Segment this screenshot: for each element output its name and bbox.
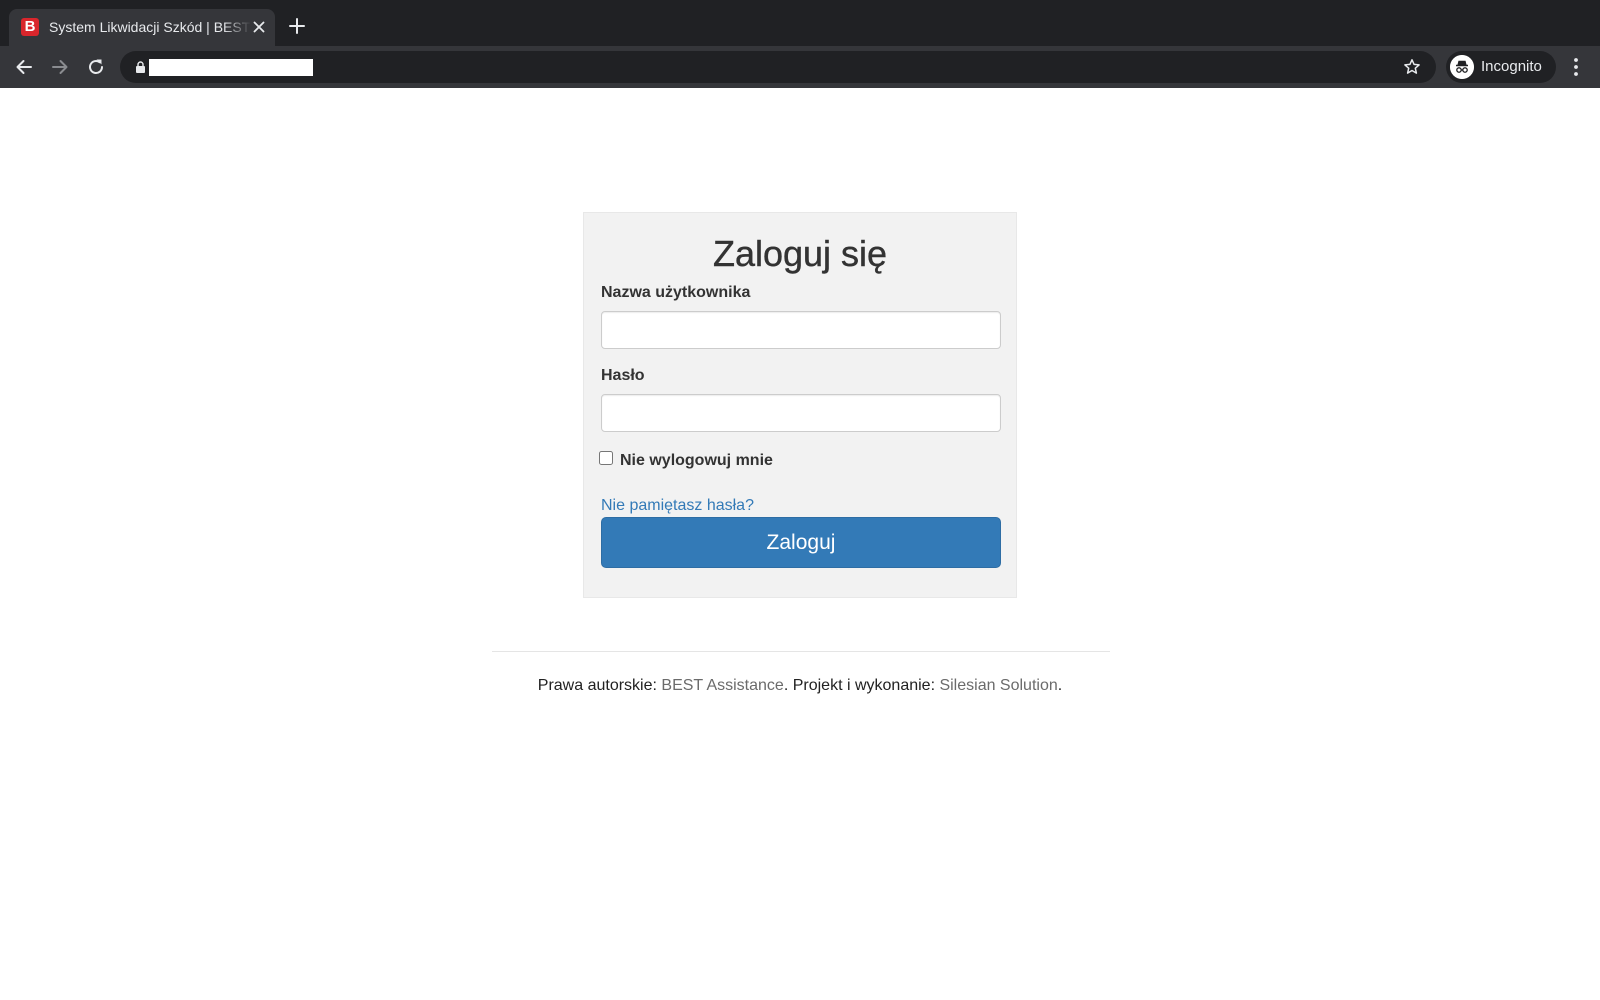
browser-toolbar: Incognito: [0, 46, 1600, 88]
footer-project-prefix: . Projekt i wykonanie:: [783, 677, 940, 694]
close-icon[interactable]: [249, 17, 269, 37]
footer-copyright-prefix: Prawa autorskie:: [537, 677, 662, 694]
remember-me-label[interactable]: Nie wylogowuj mnie: [620, 451, 773, 471]
back-icon[interactable]: [12, 55, 36, 79]
page-title: Zaloguj się: [712, 233, 888, 274]
incognito-label: Incognito: [1481, 58, 1542, 75]
tab-title: System Likwidacji Szkód | BEST Assistanc…: [49, 19, 251, 35]
forgot-password-link[interactable]: Nie pamiętasz hasła?: [601, 496, 754, 516]
browser-tab[interactable]: B System Likwidacji Szkód | BEST Assista…: [9, 9, 275, 46]
copyright-holder-link[interactable]: BEST Assistance: [661, 677, 783, 694]
plus-icon[interactable]: [287, 16, 307, 36]
url-text[interactable]: [149, 59, 313, 76]
project-author-link[interactable]: Silesian Solution: [939, 677, 1057, 694]
username-label: Nazwa użytkownika: [601, 284, 751, 301]
footer-suffix: .: [1057, 677, 1063, 694]
remember-me-checkbox[interactable]: [599, 451, 613, 465]
browser-tab-strip: B System Likwidacji Szkód | BEST Assista…: [0, 0, 1600, 46]
lock-icon: [136, 61, 145, 73]
reload-icon[interactable]: [84, 55, 108, 79]
login-button[interactable]: Zaloguj: [601, 517, 1001, 568]
password-input[interactable]: [601, 394, 1001, 432]
star-icon[interactable]: [1402, 57, 1422, 77]
footer-divider: [492, 651, 1110, 652]
login-panel: Zaloguj się Nazwa użytkownika Hasło Nie …: [583, 212, 1017, 598]
username-input[interactable]: [601, 311, 1001, 349]
site-favicon-icon: B: [21, 18, 39, 36]
forward-icon[interactable]: [48, 55, 72, 79]
address-bar[interactable]: [120, 51, 1436, 83]
incognito-icon: [1450, 55, 1474, 79]
footer: Prawa autorskie: BEST Assistance. Projek…: [0, 676, 1600, 696]
password-label: Hasło: [601, 367, 645, 384]
incognito-profile-button[interactable]: Incognito: [1446, 51, 1556, 83]
menu-icon[interactable]: [1566, 56, 1586, 78]
